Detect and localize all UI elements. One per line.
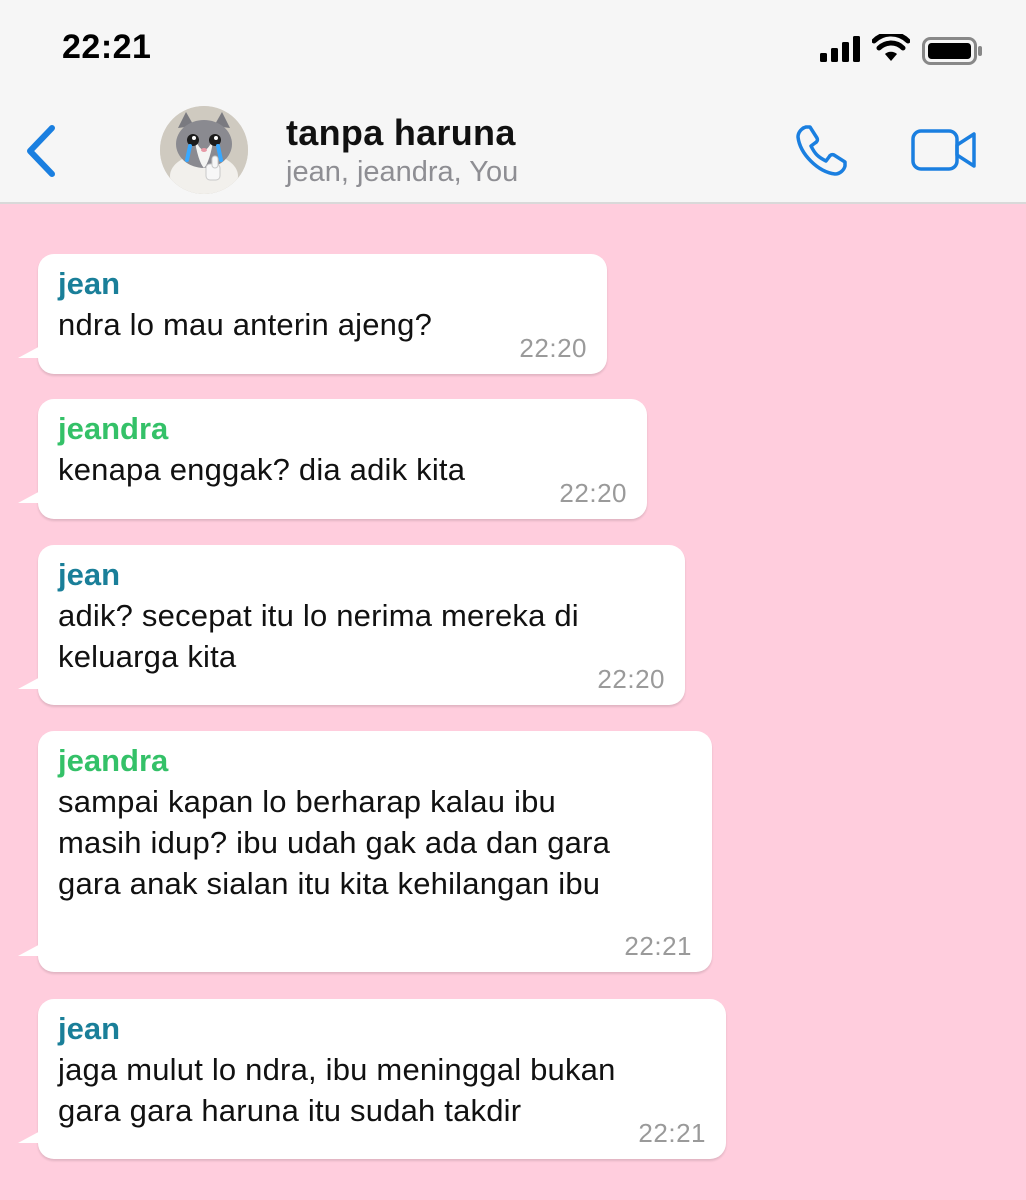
video-camera-icon[interactable]: [910, 126, 978, 174]
message-sender[interactable]: jean: [58, 264, 587, 304]
cat-avatar-image: [160, 106, 248, 194]
message-bubble[interactable]: jean adik? secepat itu lo nerima mereka …: [18, 545, 685, 705]
chat-title[interactable]: tanpa haruna: [286, 112, 516, 154]
bubble-tail: [18, 1129, 44, 1143]
message-text: sampai kapan lo berharap kalau ibu masih…: [58, 784, 611, 901]
phone-icon[interactable]: [794, 122, 850, 178]
battery-icon: [922, 37, 982, 65]
message-time: 22:21: [624, 931, 692, 961]
back-chevron-icon[interactable]: [24, 124, 58, 178]
status-time: 22:21: [62, 28, 152, 66]
chat-header: tanpa haruna jean, jeandra, You: [0, 96, 1026, 204]
message-sender[interactable]: jeandra: [58, 741, 692, 781]
group-avatar[interactable]: [160, 106, 248, 194]
message-time: 22:20: [597, 664, 665, 694]
bubble-tail: [18, 489, 44, 503]
member-list[interactable]: jean, jeandra, You: [286, 156, 518, 189]
message-text: ndra lo mau anterin ajeng?: [58, 307, 433, 342]
bubble-tail: [18, 942, 44, 956]
message-text: adik? secepat itu lo nerima mereka di ke…: [58, 598, 579, 674]
message-sender[interactable]: jean: [58, 555, 665, 595]
message-bubble[interactable]: jeandra kenapa enggak? dia adik kita 22:…: [18, 399, 647, 519]
bubble-tail: [18, 675, 44, 689]
message-text: kenapa enggak? dia adik kita: [58, 452, 466, 487]
message-bubble[interactable]: jean jaga mulut lo ndra, ibu meninggal b…: [18, 999, 726, 1159]
status-bar: 22:21: [0, 0, 1026, 96]
bubble-tail: [18, 344, 44, 358]
message-time: 22:21: [638, 1118, 706, 1148]
message-time: 22:20: [559, 478, 627, 508]
message-bubble[interactable]: jean ndra lo mau anterin ajeng? 22:20: [18, 254, 607, 374]
message-bubble[interactable]: jeandra sampai kapan lo berharap kalau i…: [18, 731, 712, 972]
message-sender[interactable]: jeandra: [58, 409, 627, 449]
message-sender[interactable]: jean: [58, 1009, 706, 1049]
wifi-icon: [872, 34, 910, 61]
signal-icon: [820, 36, 860, 62]
message-text: jaga mulut lo ndra, ibu meninggal bukan …: [58, 1052, 616, 1128]
message-time: 22:20: [519, 333, 587, 363]
